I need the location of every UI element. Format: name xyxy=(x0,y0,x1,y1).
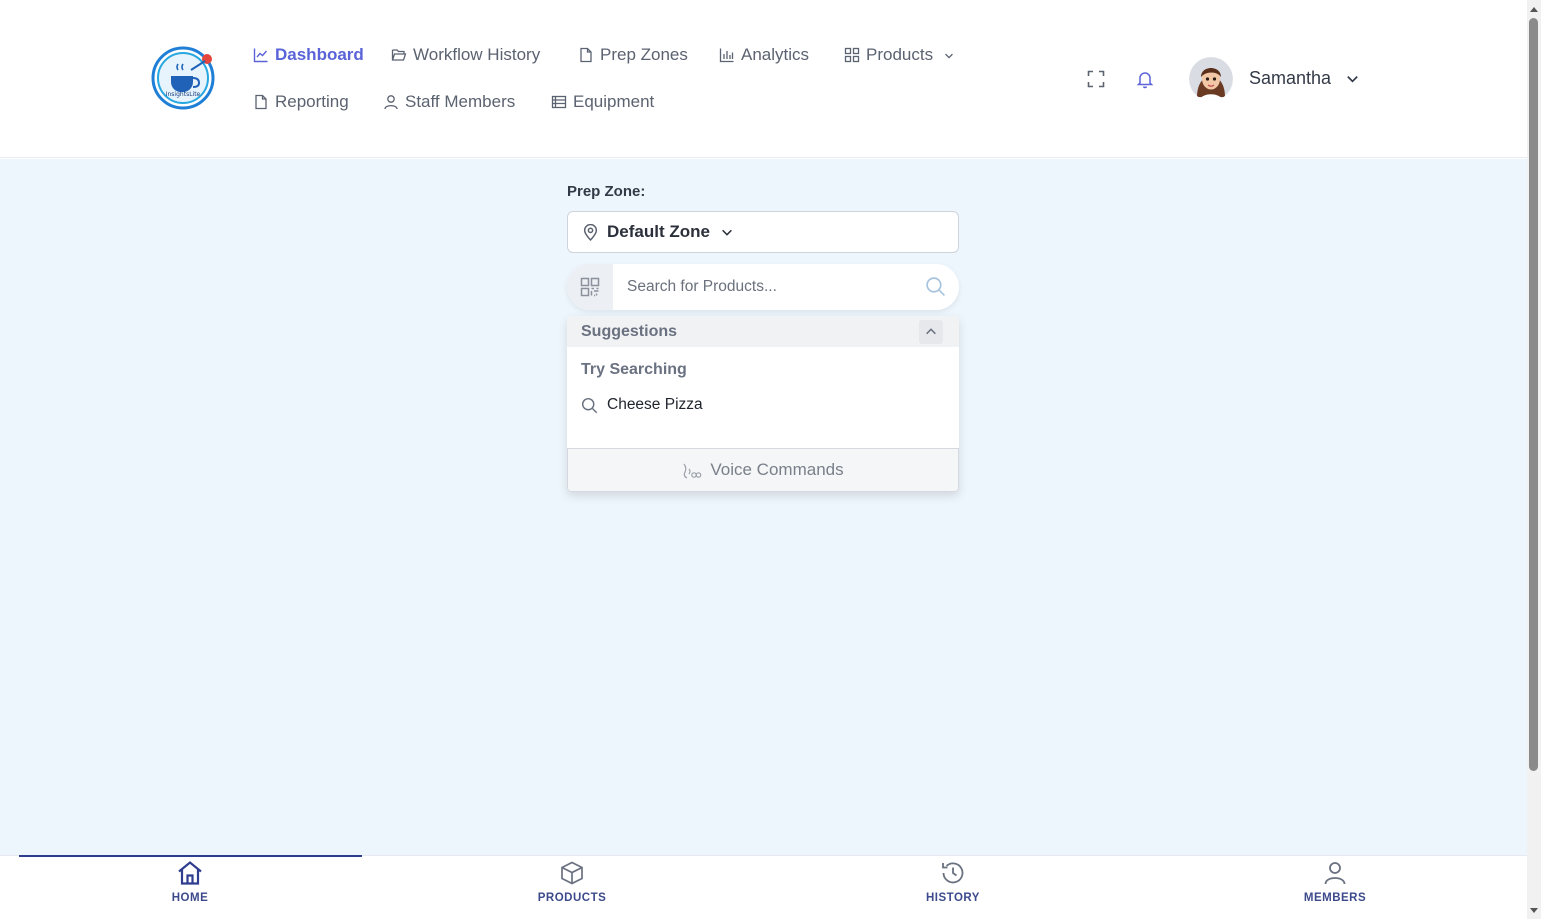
chevron-down-icon xyxy=(722,229,732,236)
file-icon xyxy=(255,94,267,110)
home-icon xyxy=(178,861,202,885)
suggestion-item[interactable]: Cheese Pizza xyxy=(581,396,703,414)
bottom-nav-label: HISTORY xyxy=(926,892,980,904)
suggestions-title: Suggestions xyxy=(581,322,678,340)
logo-text: InsightsLite xyxy=(166,91,201,98)
voice-commands-button[interactable]: Voice Commands xyxy=(567,448,959,492)
bottom-nav-members[interactable]: MEMBERS xyxy=(1275,856,1395,919)
nav-equipment[interactable]: Equipment xyxy=(551,92,654,112)
nav-workflow-history[interactable]: Workflow History xyxy=(391,45,540,65)
qr-code-icon xyxy=(580,277,600,297)
nav-label: Dashboard xyxy=(275,45,364,64)
bottom-nav-label: PRODUCTS xyxy=(537,892,607,904)
suggestions-header[interactable]: Suggestions xyxy=(567,316,959,347)
bottom-nav-label: HOME xyxy=(171,892,209,904)
qr-scan-button[interactable] xyxy=(567,264,613,310)
history-icon xyxy=(942,862,964,884)
map-pin-icon xyxy=(583,223,598,241)
nav-label: Products xyxy=(866,45,934,64)
vertical-scrollbar[interactable] xyxy=(1527,0,1541,919)
nav-dashboard[interactable]: Dashboard xyxy=(253,45,364,65)
scroll-up-arrow[interactable] xyxy=(1529,4,1539,14)
list-icon xyxy=(551,95,567,109)
scroll-down-arrow[interactable] xyxy=(1529,905,1539,915)
bell-icon[interactable] xyxy=(1135,69,1155,89)
top-header: InsightsLite Dashboard Workflow History … xyxy=(0,0,1527,158)
fullscreen-icon[interactable] xyxy=(1086,69,1106,89)
bottom-nav-products[interactable]: PRODUCTS xyxy=(512,856,632,919)
grid-icon xyxy=(844,47,860,63)
nav-label: Equipment xyxy=(573,92,655,111)
bottom-nav-label: MEMBERS xyxy=(1303,892,1367,904)
nav-reporting[interactable]: Reporting xyxy=(253,92,349,112)
bottom-nav: HOME PRODUCTS HISTORY MEMBERS xyxy=(0,855,1527,919)
folder-open-icon xyxy=(391,49,407,61)
nav-label: Workflow History xyxy=(413,45,541,64)
nav-label: Analytics xyxy=(741,45,810,64)
scroll-thumb[interactable] xyxy=(1529,18,1538,771)
user-name[interactable]: Samantha xyxy=(1249,68,1331,89)
nav-label: Staff Members xyxy=(405,92,516,111)
user-icon xyxy=(384,95,398,110)
nav-label: Prep Zones xyxy=(600,45,688,64)
zone-select[interactable]: Default Zone xyxy=(567,211,959,253)
box-icon xyxy=(561,861,583,885)
suggestions-dropdown: Suggestions Try Searching Cheese Pizza V… xyxy=(567,316,959,492)
voice-commands-label: Voice Commands xyxy=(710,460,844,479)
chevron-up-icon[interactable] xyxy=(919,320,943,344)
avatar[interactable] xyxy=(1189,57,1233,101)
zone-value: Default Zone xyxy=(607,222,710,241)
nav-prep-zones[interactable]: Prep Zones xyxy=(578,45,688,65)
prep-zone-label: Prep Zone: xyxy=(567,183,646,200)
bottom-nav-home[interactable]: HOME xyxy=(130,856,250,919)
nav-staff-members[interactable]: Staff Members xyxy=(383,92,515,112)
nav-products[interactable]: Products xyxy=(844,45,957,65)
chart-line-icon xyxy=(253,48,268,63)
voice-wave-icon xyxy=(683,463,702,479)
try-searching-label: Try Searching xyxy=(581,361,687,378)
search-icon[interactable] xyxy=(925,276,946,297)
suggestion-text: Cheese Pizza xyxy=(607,396,703,413)
nav-label: Reporting xyxy=(275,92,349,111)
chevron-down-icon xyxy=(945,53,953,58)
bottom-nav-history[interactable]: HISTORY xyxy=(893,856,1013,919)
search-icon xyxy=(581,397,598,413)
search-input[interactable] xyxy=(613,264,913,310)
app-logo[interactable]: InsightsLite xyxy=(151,46,215,110)
bar-chart-icon xyxy=(719,48,734,63)
search-bar xyxy=(567,264,959,310)
file-icon xyxy=(580,47,592,63)
nav-analytics[interactable]: Analytics xyxy=(719,45,809,65)
user-icon xyxy=(1324,862,1346,885)
chevron-down-icon[interactable] xyxy=(1345,71,1360,86)
